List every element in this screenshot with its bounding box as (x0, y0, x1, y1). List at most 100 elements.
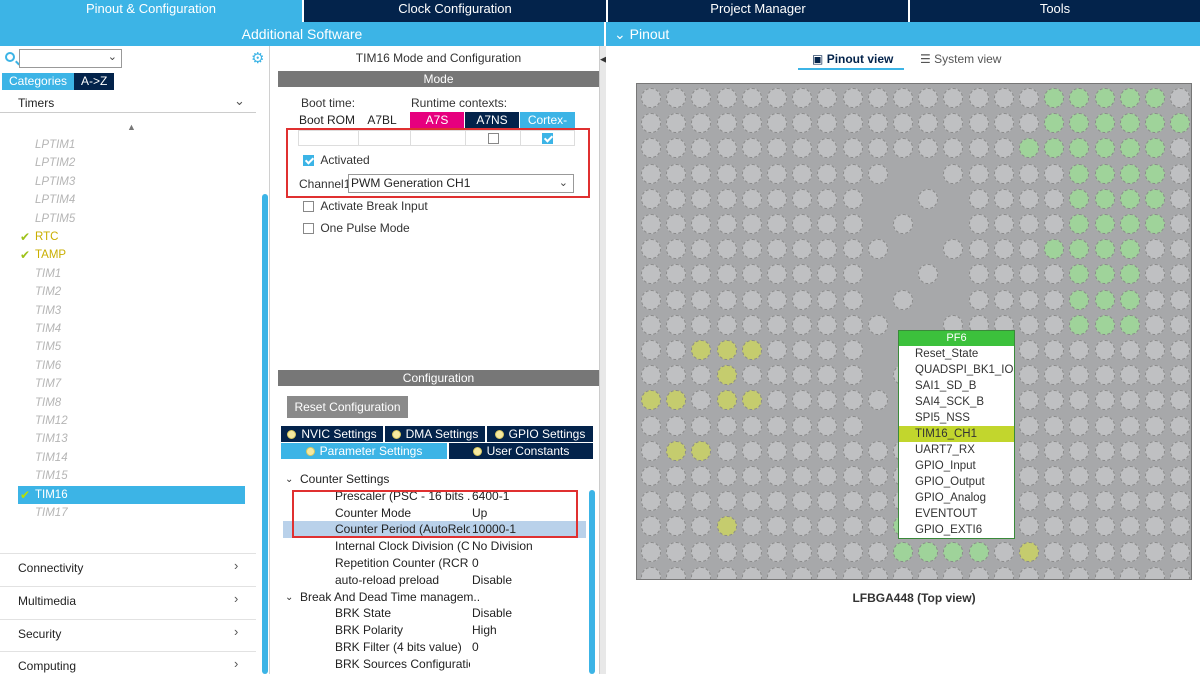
pin[interactable] (842, 491, 863, 512)
pin[interactable] (1145, 440, 1165, 461)
pin[interactable] (817, 440, 838, 461)
pin[interactable] (842, 466, 863, 486)
pin[interactable] (1145, 214, 1165, 234)
pin[interactable] (1145, 541, 1165, 562)
pin[interactable] (666, 289, 687, 310)
pin[interactable] (842, 289, 863, 310)
pin[interactable] (641, 113, 661, 134)
search-input[interactable]: ⌄ (19, 49, 122, 68)
pin[interactable] (1069, 239, 1090, 260)
pin[interactable] (1170, 88, 1191, 108)
pin[interactable] (968, 289, 989, 310)
pin[interactable] (968, 88, 989, 108)
pin[interactable] (817, 466, 838, 486)
pin[interactable] (1019, 314, 1039, 335)
pin[interactable] (1044, 163, 1065, 184)
pin[interactable] (666, 390, 687, 411)
pin[interactable] (1170, 491, 1191, 512)
pin[interactable] (842, 314, 863, 335)
tab-categories[interactable]: Categories (2, 73, 75, 90)
pin[interactable] (1094, 466, 1115, 486)
pin[interactable] (792, 466, 813, 486)
pin[interactable] (1170, 516, 1191, 537)
pin[interactable] (817, 491, 838, 512)
pin[interactable] (741, 541, 762, 562)
pin[interactable] (1019, 188, 1039, 209)
pin[interactable] (767, 214, 787, 234)
parameter-row[interactable]: BRK State Disable (283, 605, 586, 622)
pin[interactable] (666, 214, 687, 234)
pin[interactable] (641, 541, 661, 562)
pin[interactable] (767, 491, 787, 512)
pin[interactable] (943, 138, 964, 159)
pin[interactable] (1044, 264, 1065, 285)
pin[interactable] (792, 516, 813, 537)
pin[interactable] (641, 264, 661, 285)
pin[interactable] (1145, 163, 1165, 184)
pin[interactable] (1119, 365, 1140, 386)
pin[interactable] (741, 566, 762, 579)
pin[interactable] (842, 440, 863, 461)
pin[interactable] (641, 390, 661, 411)
pin[interactable] (1094, 163, 1115, 184)
pin[interactable] (1145, 314, 1165, 335)
pin[interactable] (1094, 289, 1115, 310)
pin[interactable] (918, 566, 939, 579)
pin[interactable] (741, 365, 762, 386)
additional-software-menu[interactable]: Additional Software (0, 22, 606, 46)
pin[interactable] (968, 163, 989, 184)
pin[interactable] (691, 163, 712, 184)
sidebar-item-tamp[interactable]: ✔ TAMP (18, 246, 245, 264)
pin[interactable] (1145, 340, 1165, 360)
pin[interactable] (1119, 289, 1140, 310)
pin[interactable] (1119, 516, 1140, 537)
parameter-row[interactable]: Internal Clock Division (C... No Division (283, 538, 586, 555)
search-icon[interactable] (5, 52, 15, 62)
pin[interactable] (817, 541, 838, 562)
pin[interactable] (817, 390, 838, 411)
pin[interactable] (741, 314, 762, 335)
pin[interactable] (691, 88, 712, 108)
pin[interactable] (867, 390, 888, 411)
pin[interactable] (817, 365, 838, 386)
pin-function-option[interactable]: QUADSPI_BK1_IO3 (899, 362, 1014, 378)
pin[interactable] (666, 466, 687, 486)
pin[interactable] (1170, 314, 1191, 335)
pin[interactable] (641, 415, 661, 436)
pin[interactable] (842, 113, 863, 134)
pin[interactable] (691, 239, 712, 260)
pin[interactable] (691, 188, 712, 209)
pin[interactable] (1094, 365, 1115, 386)
pin[interactable] (691, 138, 712, 159)
pin[interactable] (1094, 516, 1115, 537)
pin[interactable] (741, 88, 762, 108)
pin[interactable] (767, 314, 787, 335)
pin[interactable] (792, 214, 813, 234)
pin[interactable] (918, 188, 939, 209)
pin[interactable] (1044, 214, 1065, 234)
pin[interactable] (1119, 188, 1140, 209)
scrollbar[interactable] (262, 194, 268, 674)
pin[interactable] (767, 566, 787, 579)
pin[interactable] (741, 340, 762, 360)
parameter-value[interactable]: No Division (472, 538, 533, 555)
pin[interactable] (842, 516, 863, 537)
pin[interactable] (741, 264, 762, 285)
sidebar-item-lptim3[interactable]: LPTIM3 (18, 173, 245, 191)
pin[interactable] (641, 289, 661, 310)
pin[interactable] (1069, 365, 1090, 386)
pin[interactable] (893, 214, 913, 234)
sidebar-item-tim13[interactable]: TIM13 (18, 430, 245, 448)
pin[interactable] (792, 289, 813, 310)
pin[interactable] (867, 138, 888, 159)
pin[interactable] (817, 188, 838, 209)
pin[interactable] (792, 113, 813, 134)
pin[interactable] (1019, 415, 1039, 436)
sidebar-item-tim17[interactable]: TIM17 (18, 504, 245, 522)
tab-gpio-settings[interactable]: GPIO Settings (487, 426, 593, 442)
pin[interactable] (792, 239, 813, 260)
pin[interactable] (1170, 239, 1191, 260)
pin[interactable] (641, 214, 661, 234)
pin[interactable] (1019, 88, 1039, 108)
pin[interactable] (867, 88, 888, 108)
